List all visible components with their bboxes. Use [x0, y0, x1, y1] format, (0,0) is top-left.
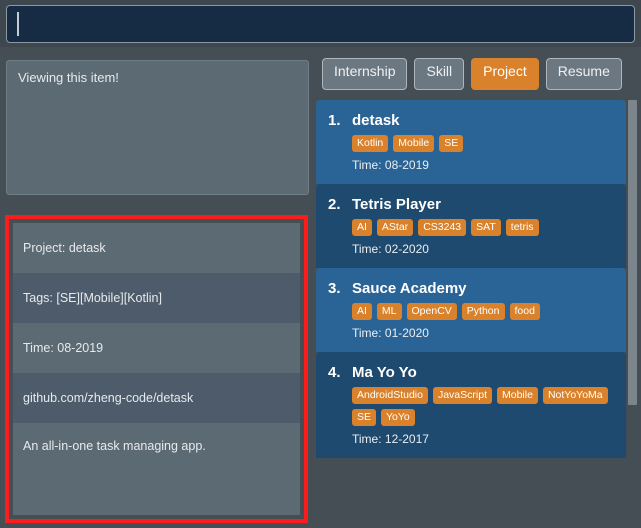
tag-chip[interactable]: Kotlin — [352, 135, 389, 153]
detail-row[interactable]: An all-in-one task managing app. — [13, 423, 300, 515]
project-card-title: Ma Yo Yo — [352, 364, 417, 382]
project-card[interactable]: 2. Tetris Player AI AStar CS3243 SAT tetris Tim… — [316, 184, 626, 269]
tag-chip[interactable]: Mobile — [393, 135, 435, 153]
project-card-index: 1. — [328, 112, 341, 129]
project-card-title-line: 2. Tetris Player — [328, 196, 616, 213]
project-card-list[interactable]: 1. detask Kotlin Mobile SE Time: 08-2019 2. Tet… — [316, 100, 641, 528]
detail-row[interactable]: Time: 08-2019 — [13, 323, 300, 373]
tab-internship[interactable]: Internship — [322, 58, 408, 90]
tag-chip[interactable]: Mobile — [497, 387, 538, 405]
tab-bar: Internship Skill Project Resume — [322, 58, 622, 90]
tag-chip[interactable]: CS3243 — [418, 219, 467, 237]
project-card-title-line: 1. detask — [328, 112, 616, 129]
tab-skill[interactable]: Skill — [414, 58, 465, 90]
tag-chip[interactable]: Python — [461, 303, 505, 321]
project-card[interactable]: 1. detask Kotlin Mobile SE Time: 08-2019 — [316, 100, 626, 185]
detail-panel-highlight: Project: detask Tags: [SE][Mobile][Kotlin… — [5, 215, 308, 523]
scrollbar-track[interactable] — [628, 100, 637, 528]
project-card-time: Time: 02-2020 — [352, 242, 429, 257]
project-card-tag-row: AI ML OpenCV Python food — [352, 303, 616, 321]
tag-chip[interactable]: AStar — [376, 219, 414, 237]
tag-chip[interactable]: NotYoYoMa — [542, 387, 608, 405]
detail-row-text: An all-in-one task managing app. — [23, 439, 206, 453]
top-search-bar — [0, 0, 641, 47]
tag-chip[interactable]: ML — [376, 303, 402, 321]
project-card-title-line: 3. Sauce Academy — [328, 280, 616, 297]
detail-row[interactable]: github.com/zheng-code/detask — [13, 373, 300, 423]
tag-chip[interactable]: AI — [352, 219, 372, 237]
detail-row-text: Tags: [SE][Mobile][Kotlin] — [23, 291, 162, 305]
project-card-time: Time: 08-2019 — [352, 158, 429, 173]
detail-row-text: Time: 08-2019 — [23, 341, 104, 355]
left-panel: Viewing this item! Project: detask Tags: … — [0, 47, 315, 528]
project-card[interactable]: 3. Sauce Academy AI ML OpenCV Python food Time:… — [316, 268, 626, 353]
project-card-title-line: 4. Ma Yo Yo — [328, 364, 616, 381]
tag-chip[interactable]: AI — [352, 303, 372, 321]
text-cursor-icon — [17, 12, 19, 36]
right-panel: Internship Skill Project Resume 1. detask Kot… — [316, 47, 641, 528]
tag-chip[interactable]: SAT — [471, 219, 501, 237]
tag-chip[interactable]: tetris — [505, 219, 539, 237]
scrollbar-thumb[interactable] — [628, 100, 637, 405]
project-card-tag-row: AI AStar CS3243 SAT tetris — [352, 219, 616, 237]
tag-chip[interactable]: food — [509, 303, 540, 321]
project-card-index: 2. — [328, 196, 341, 214]
tag-chip[interactable]: JavaScript — [432, 387, 492, 405]
viewing-message-box: Viewing this item! — [6, 60, 309, 195]
project-card-index: 3. — [328, 280, 341, 298]
tag-chip[interactable]: OpenCV — [406, 303, 457, 321]
project-card-tag-row: Kotlin Mobile SE — [352, 135, 616, 153]
project-card-time: Time: 01-2020 — [352, 326, 429, 341]
tag-chip[interactable]: SE — [439, 135, 464, 153]
tab-project[interactable]: Project — [471, 58, 539, 90]
project-card-time: Time: 12-2017 — [352, 432, 429, 447]
tag-chip[interactable]: YoYo — [381, 409, 415, 427]
tag-chip[interactable]: AndroidStudio — [352, 387, 428, 405]
detail-row[interactable]: Project: detask — [13, 223, 300, 273]
project-card-title: Tetris Player — [352, 196, 441, 214]
viewing-message-text: Viewing this item! — [18, 70, 119, 85]
project-card-tag-row: AndroidStudio JavaScript Mobile NotYoYoMa SE… — [352, 387, 616, 427]
tag-chip[interactable]: SE — [352, 409, 377, 427]
project-card-index: 4. — [328, 364, 341, 382]
detail-list[interactable]: Project: detask Tags: [SE][Mobile][Kotlin… — [13, 223, 300, 515]
tab-resume[interactable]: Resume — [545, 58, 622, 90]
detail-row-text: Project: detask — [23, 241, 106, 255]
project-card-title: Sauce Academy — [352, 280, 467, 298]
project-card-title: detask — [352, 112, 400, 129]
search-input[interactable] — [6, 5, 635, 43]
project-card[interactable]: 4. Ma Yo Yo AndroidStudio JavaScript Mobile N… — [316, 352, 626, 459]
detail-row-text: github.com/zheng-code/detask — [23, 391, 194, 405]
detail-row[interactable]: Tags: [SE][Mobile][Kotlin] — [13, 273, 300, 323]
